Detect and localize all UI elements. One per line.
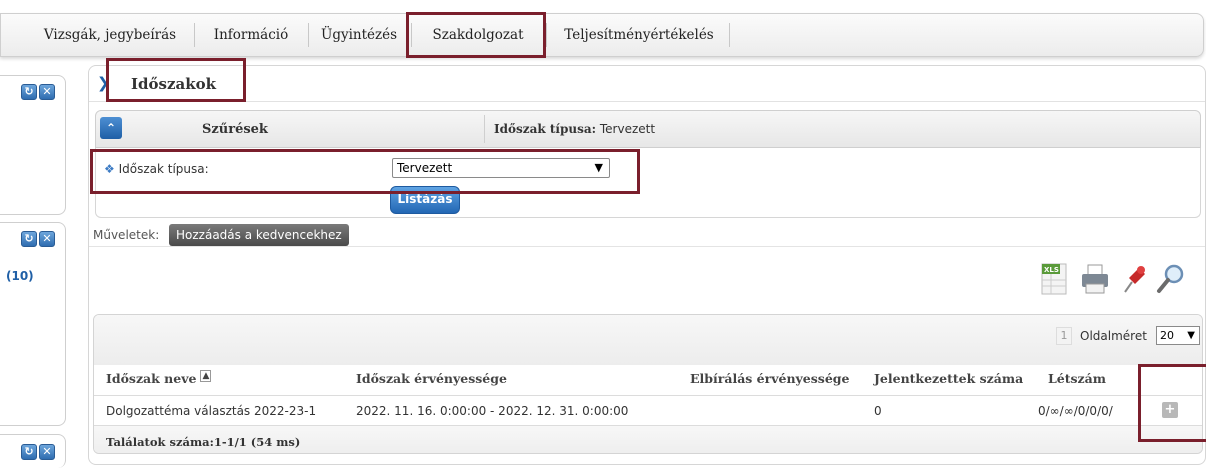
column-header-label: Időszak neve [106, 371, 197, 386]
menu-separator [729, 23, 730, 47]
cell-period-name: Dolgozattéma választás 2022-23-1 [106, 404, 317, 418]
pin-icon[interactable] [1117, 262, 1149, 296]
results-grid: 1 Oldalméret 20 ▼ Időszak neve ▲ Időszak é… [93, 314, 1203, 454]
menu-separator [308, 23, 309, 47]
column-header-headcount[interactable]: Létszám [1048, 371, 1106, 386]
top-menu: Vizsgák, jegybeírás Információ Ügyintézé… [0, 13, 1204, 57]
refresh-icon[interactable]: ↻ [21, 84, 37, 100]
main-panel: ❯ Időszakok ⌃ Szűrések Időszak típusa: T… [88, 65, 1206, 465]
row-divider [94, 395, 1202, 396]
close-icon[interactable]: ✕ [39, 84, 55, 100]
divider [484, 115, 485, 143]
menu-separator [194, 23, 195, 47]
page-header: ❯ Időszakok [89, 66, 1205, 102]
highlight-box-thesis [406, 12, 546, 58]
column-header-period-name[interactable]: Időszak neve ▲ [106, 370, 212, 386]
divider [89, 246, 1205, 247]
print-icon[interactable] [1079, 262, 1111, 296]
column-header-applicants[interactable]: Jelentkezettek száma [874, 371, 1023, 386]
column-header-period-validity[interactable]: Időszak érvényessége [356, 371, 507, 386]
left-panel-middle: ↻ ✕ (10) [0, 222, 66, 426]
chevron-down-icon: ▼ [1187, 330, 1195, 341]
results-count: Találatok száma:1-1/1 (54 ms) [106, 435, 301, 449]
cell-applicants: 0 [874, 404, 882, 418]
excel-export-icon[interactable]: XLS [1039, 262, 1071, 296]
collapse-up-icon[interactable]: ⌃ [100, 117, 122, 139]
grid-footer: Találatok száma:1-1/1 (54 ms) [94, 425, 1202, 453]
operations-label: Műveletek: [93, 228, 160, 242]
sort-ascending-icon[interactable]: ▲ [200, 370, 212, 382]
refresh-icon[interactable]: ↻ [21, 231, 37, 247]
filter-summary-value: Tervezett [599, 122, 656, 136]
page-size-select[interactable]: 20 ▼ [1156, 326, 1200, 345]
grid-toolbar: 1 Oldalméret 20 ▼ [94, 315, 1202, 365]
close-icon[interactable]: ✕ [39, 444, 55, 460]
message-count[interactable]: (10) [6, 269, 34, 283]
search-icon[interactable] [1155, 262, 1187, 296]
filter-title: Szűrések [202, 122, 268, 137]
menu-separator [546, 23, 547, 47]
menu-item-information[interactable]: Információ [197, 14, 305, 56]
menu-item-performance[interactable]: Teljesítményértékelés [551, 14, 727, 56]
filter-summary: Időszak típusa: Tervezett [494, 122, 655, 136]
left-panel-top: ↻ ✕ [0, 75, 66, 215]
highlight-box-title [106, 58, 246, 102]
page-size-label: Oldalméret [1080, 329, 1147, 343]
cell-headcount: 0/∞/∞/0/0/0/ [1038, 404, 1113, 418]
left-panel-bottom: ↻ ✕ [0, 434, 66, 468]
page-number[interactable]: 1 [1056, 327, 1072, 345]
cell-period-validity: 2022. 11. 16. 0:00:00 - 2022. 12. 31. 0:… [356, 404, 629, 418]
filter-summary-label: Időszak típusa: [494, 122, 597, 136]
highlight-box-plus [1138, 364, 1206, 442]
svg-text:XLS: XLS [1044, 266, 1059, 274]
add-to-favorites-button[interactable]: Hozzáadás a kedvencekhez [169, 224, 349, 246]
filter-header: ⌃ Szűrések Időszak típusa: Tervezett [95, 110, 1201, 148]
highlight-box-filter [90, 149, 640, 194]
column-header-review-validity[interactable]: Elbírálás érvényessége [690, 371, 849, 386]
page-size-value: 20 [1160, 329, 1174, 342]
menu-item-administration[interactable]: Ügyintézés [311, 14, 407, 56]
refresh-icon[interactable]: ↻ [21, 444, 37, 460]
close-icon[interactable]: ✕ [39, 231, 55, 247]
menu-item-exams[interactable]: Vizsgák, jegybeírás [29, 14, 191, 56]
